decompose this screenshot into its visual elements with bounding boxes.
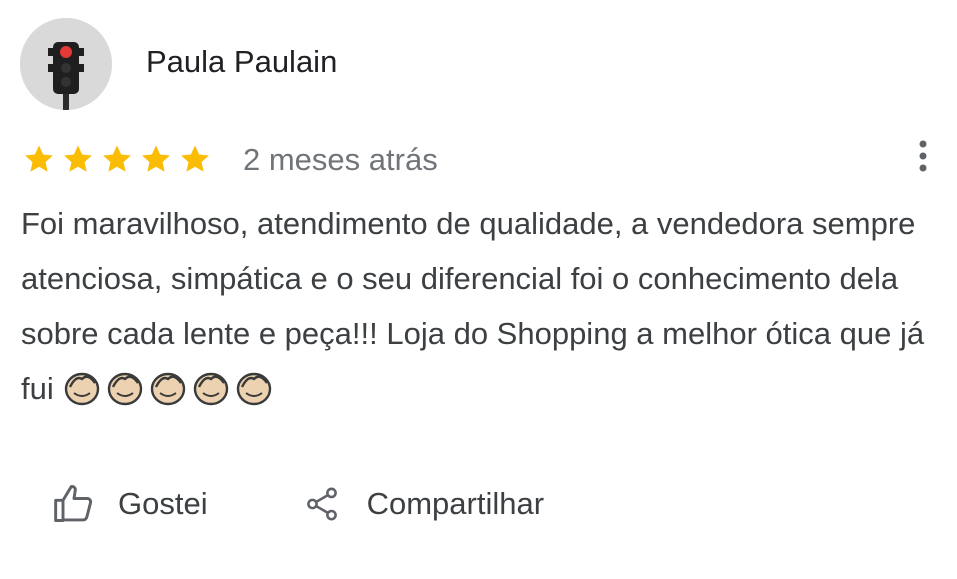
star-icon	[103, 145, 131, 172]
review-body: Foi maravilhoso, atendimento de qualidad…	[21, 196, 941, 416]
star-icon	[181, 145, 209, 172]
more-vertical-icon	[919, 140, 927, 172]
share-button[interactable]: Compartilhar	[303, 483, 544, 525]
share-icon	[306, 487, 337, 521]
like-label: Gostei	[118, 486, 208, 521]
star-icon	[142, 145, 170, 172]
clapping-hands-icon	[64, 372, 99, 406]
review-time: 2 meses atrás	[243, 142, 438, 177]
more-options-button[interactable]	[908, 136, 938, 176]
thumbs-up-icon	[54, 485, 93, 522]
like-button[interactable]: Gostei	[52, 482, 208, 526]
clapping-hands-icon	[107, 372, 142, 406]
clapping-hands-icon	[193, 372, 228, 406]
star-icon	[64, 145, 92, 172]
clapping-hands-icon	[236, 372, 271, 406]
clapping-hands-icon	[150, 372, 185, 406]
traffic-light-icon	[20, 18, 112, 110]
clapping-hands-emojis	[62, 367, 274, 407]
share-label: Compartilhar	[366, 486, 545, 521]
star-rating	[22, 142, 212, 176]
avatar[interactable]	[20, 18, 112, 110]
review-actions: Gostei Compartilhar	[52, 482, 544, 526]
star-icon	[25, 145, 53, 172]
reviewer-name[interactable]: Paula Paulain	[146, 44, 337, 80]
